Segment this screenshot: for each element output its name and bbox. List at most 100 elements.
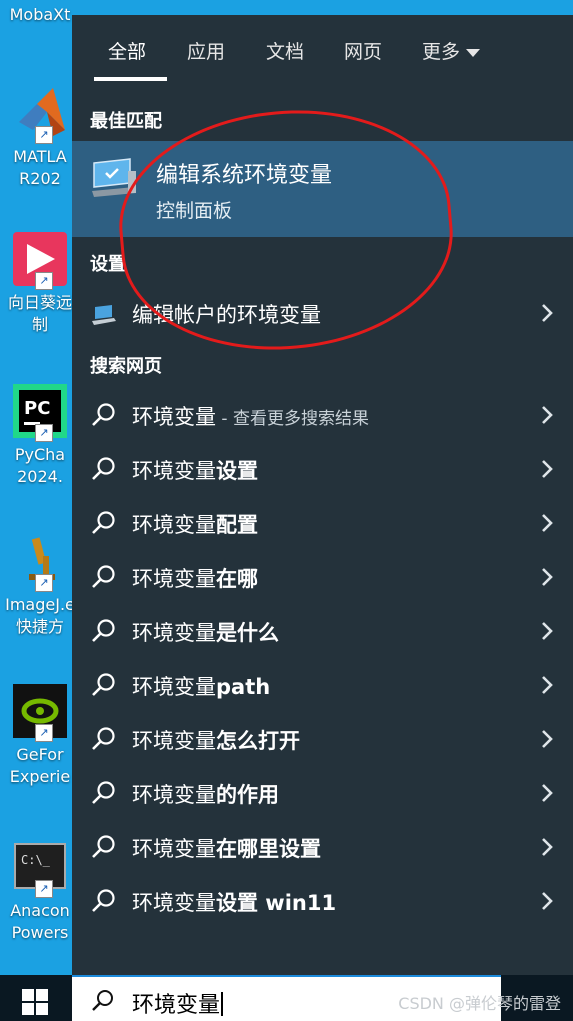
web-suggestion[interactable]: 环境变量设置 win11	[72, 875, 573, 927]
watermark: CSDN @弹伦琴的雷登	[398, 994, 561, 1013]
desktop-icon-sublabel: R202	[19, 169, 61, 188]
web-suggestion[interactable]: 环境变量在哪里设置	[72, 821, 573, 873]
chevron-right-icon	[542, 406, 553, 424]
shortcut-arrow-icon: ↗	[35, 272, 53, 290]
suggestion-completion: 配置	[216, 513, 258, 537]
desktop-icon-anaconda[interactable]: C:\_ ↗ Anacon Powers	[0, 840, 80, 944]
web-suggestion[interactable]: 环境变量在哪	[72, 551, 573, 603]
sunlogin-icon: ↗	[13, 232, 67, 290]
web-suggestion[interactable]: 环境变量配置	[72, 497, 573, 549]
suggestion-prefix: 环境变量	[132, 459, 216, 483]
suggestion-prefix: 环境变量	[132, 567, 216, 591]
web-result-label: 环境变量 - 查看更多搜索结果	[132, 401, 369, 431]
web-result-main: 环境变量	[132, 405, 216, 429]
text-cursor	[221, 992, 224, 1016]
chevron-right-icon	[542, 304, 553, 322]
web-suggestion-label: 环境变量设置 win11	[132, 887, 336, 917]
caret-down-icon	[466, 48, 481, 57]
tab-web[interactable]: 网页	[344, 37, 382, 64]
suggestion-completion: 的作用	[216, 783, 279, 807]
tab-all[interactable]: 全部	[108, 37, 146, 64]
desktop-icon-label: MobaXt	[9, 5, 71, 24]
desktop-icon-sublabel: 2024.	[17, 467, 63, 486]
suggestion-prefix: 环境变量	[132, 891, 216, 915]
web-suggestion-label: 环境变量的作用	[132, 779, 279, 809]
shortcut-arrow-icon: ↗	[35, 574, 53, 592]
search-icon	[92, 727, 115, 750]
tab-documents[interactable]: 文档	[266, 37, 304, 64]
best-match-heading: 最佳匹配	[90, 111, 162, 132]
desktop-icon-label: MATLA	[13, 147, 67, 166]
chevron-right-icon	[542, 838, 553, 856]
shortcut-arrow-icon: ↗	[35, 424, 53, 442]
tab-apps[interactable]: 应用	[187, 37, 225, 64]
search-icon	[92, 619, 115, 642]
desktop-icon-sublabel: 制	[31, 315, 48, 334]
suggestion-prefix: 环境变量	[132, 513, 216, 537]
web-suggestion-label: 环境变量设置	[132, 455, 258, 485]
desktop-icon-label: PyCha	[14, 445, 66, 464]
desktop-icon-label: 向日葵远	[7, 293, 72, 312]
search-query-text: 环境变量	[132, 993, 221, 1018]
pycharm-icon: PC ↗	[13, 384, 67, 442]
chevron-right-icon	[542, 568, 553, 586]
chevron-right-icon	[542, 460, 553, 478]
desktop-icon-matlab[interactable]: ↗ MATLA R202	[0, 86, 80, 190]
laptop-icon	[90, 299, 118, 327]
suggestion-completion: 设置 win11	[216, 891, 337, 915]
matlab-icon: ↗	[13, 86, 67, 144]
windows-start-icon[interactable]	[22, 989, 48, 1015]
nvidia-icon: ↗	[13, 684, 67, 742]
web-suggestion-label: 环境变量是什么	[132, 617, 279, 647]
search-icon	[92, 403, 115, 426]
desktop-icon-pycharm[interactable]: PC ↗ PyCha 2024.	[0, 384, 80, 488]
suggestion-prefix: 环境变量	[132, 621, 216, 645]
search-icon	[92, 673, 115, 696]
suggestion-completion: 设置	[216, 459, 258, 483]
desktop-icon-sublabel: Experie	[9, 767, 71, 786]
terminal-icon: C:\_ ↗	[13, 840, 67, 898]
search-icon	[92, 835, 115, 858]
desktop-icon-label: GeFor	[16, 745, 64, 764]
web-suggestion[interactable]: 环境变量设置	[72, 443, 573, 495]
desktop-icon-mobaxterm[interactable]: MobaXt	[0, 0, 80, 26]
desktop-icon-imagej[interactable]: ↗ ImageJ.e 快捷方	[0, 534, 80, 638]
desktop-icon-label: Anacon	[10, 901, 70, 920]
tab-more[interactable]: 更多	[422, 37, 481, 64]
suggestion-prefix: 环境变量	[132, 837, 216, 861]
search-query: 环境变量	[132, 987, 224, 1019]
suggestion-prefix: 环境变量	[132, 729, 216, 753]
web-result[interactable]: 环境变量 - 查看更多搜索结果	[72, 389, 573, 441]
suggestion-completion: 在哪	[216, 567, 258, 591]
desktop-icon-geforce[interactable]: ↗ GeFor Experie	[0, 684, 80, 788]
search-icon	[92, 990, 113, 1011]
suggestion-completion: path	[216, 675, 271, 699]
suggestion-prefix: 环境变量	[132, 783, 216, 807]
svg-text:C:\_: C:\_	[21, 853, 51, 867]
search-icon	[92, 889, 115, 912]
suggestion-completion: 怎么打开	[216, 729, 300, 753]
web-suggestion-label: 环境变量path	[132, 671, 270, 701]
desktop-icon-sunlogin[interactable]: ↗ 向日葵远 制	[0, 232, 80, 336]
search-icon	[92, 457, 115, 480]
suggestion-completion: 是什么	[216, 621, 279, 645]
desktop-icon-label: ImageJ.e	[5, 595, 75, 614]
web-suggestion[interactable]: 环境变量的作用	[72, 767, 573, 819]
web-search-heading: 搜索网页	[90, 356, 162, 377]
desktop-icon-sublabel: Powers	[11, 923, 69, 942]
chevron-right-icon	[542, 892, 553, 910]
suggestion-prefix: 环境变量	[132, 675, 216, 699]
chevron-right-icon	[542, 676, 553, 694]
active-tab-indicator	[94, 77, 167, 81]
chevron-right-icon	[542, 622, 553, 640]
search-panel: 全部 应用 文档 网页 更多 最佳匹配 编辑系统环境变量 控制面板 设置 编辑帐…	[72, 15, 573, 975]
svg-text:PC: PC	[24, 398, 50, 419]
web-suggestion[interactable]: 环境变量怎么打开	[72, 713, 573, 765]
web-suggestion[interactable]: 环境变量path	[72, 659, 573, 711]
desktop-icon-sublabel: 快捷方	[15, 617, 64, 636]
web-suggestion[interactable]: 环境变量是什么	[72, 605, 573, 657]
shortcut-arrow-icon: ↗	[35, 724, 53, 742]
shortcut-arrow-icon: ↗	[35, 880, 53, 898]
tab-more-label: 更多	[422, 41, 461, 63]
chevron-right-icon	[542, 514, 553, 532]
